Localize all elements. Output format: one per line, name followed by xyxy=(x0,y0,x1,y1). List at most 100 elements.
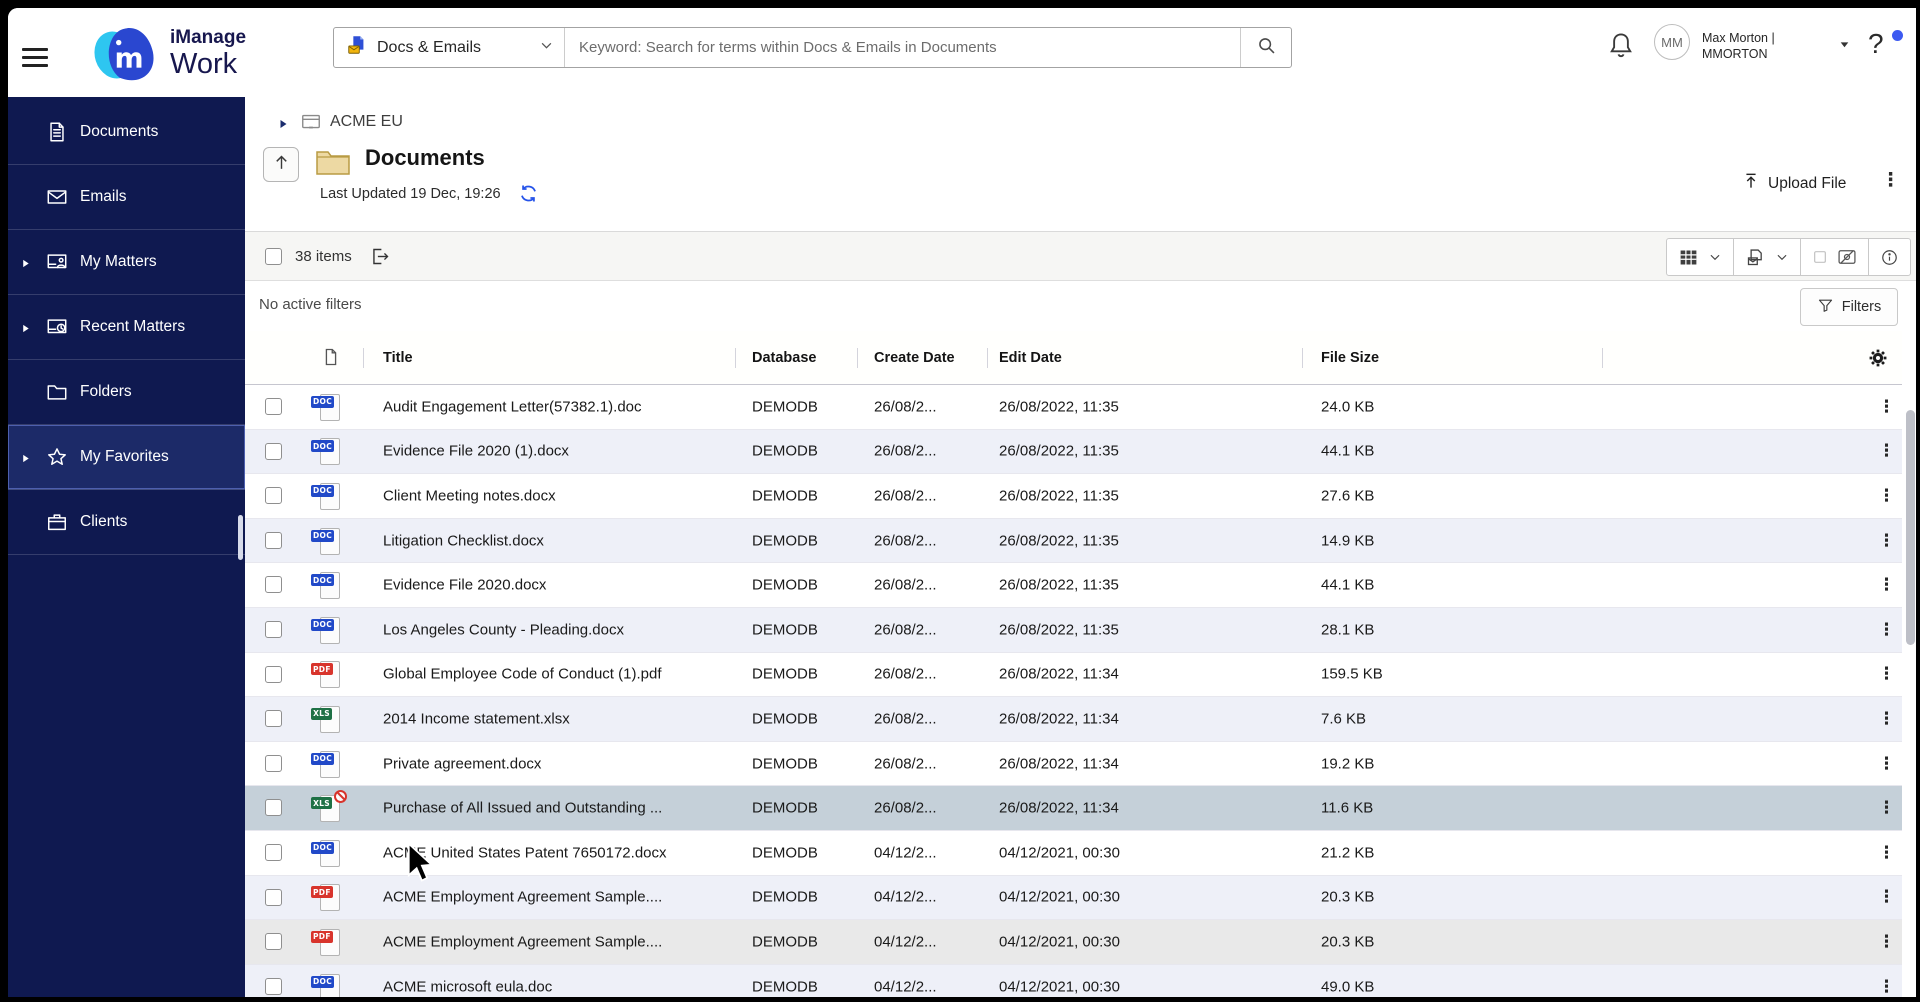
expand-caret-icon[interactable] xyxy=(20,256,31,268)
row-title[interactable]: Los Angeles County - Pleading.docx xyxy=(383,621,743,638)
breadcrumb[interactable]: ACME EU xyxy=(330,113,403,131)
expand-caret-icon[interactable] xyxy=(20,321,31,333)
row-title[interactable]: Global Employee Code of Conduct (1).pdf xyxy=(383,666,743,683)
page-actions-kebab[interactable]: ⋮ xyxy=(1881,169,1900,192)
row-checkbox[interactable] xyxy=(265,888,282,906)
row-actions-kebab[interactable]: ⋮ xyxy=(1878,575,1895,595)
sidebar-item-my-favorites[interactable]: My Favorites xyxy=(8,425,245,490)
row-title[interactable]: Litigation Checklist.docx xyxy=(383,532,743,549)
items-count: 38 items xyxy=(295,248,352,265)
row-checkbox[interactable] xyxy=(265,531,282,549)
refresh-icon[interactable] xyxy=(518,183,539,204)
table-row[interactable]: DOC Evidence File 2020.docx DEMODB 26/08… xyxy=(245,563,1902,608)
table-row[interactable]: XLS 2014 Income statement.xlsx DEMODB 26… xyxy=(245,697,1902,742)
table-row[interactable]: XLS Purchase of All Issued and Outstandi… xyxy=(245,786,1902,831)
help-button[interactable]: ? xyxy=(1868,28,1884,60)
table-scrollbar[interactable] xyxy=(1906,410,1915,645)
column-header-title[interactable]: Title xyxy=(383,350,413,366)
user-avatar[interactable]: MM xyxy=(1654,24,1690,60)
table-row[interactable]: DOC Client Meeting notes.docx DEMODB 26/… xyxy=(245,474,1902,519)
table-row[interactable]: PDF Global Employee Code of Conduct (1).… xyxy=(245,652,1902,698)
column-settings-gear-icon[interactable] xyxy=(1867,347,1889,369)
row-create-date: 04/12/2... xyxy=(874,888,937,906)
row-checkbox[interactable] xyxy=(265,442,282,460)
row-checkbox[interactable] xyxy=(265,754,282,772)
table-row[interactable]: DOC ACME United States Patent 7650172.do… xyxy=(245,830,1902,876)
user-menu-caret-icon[interactable] xyxy=(1838,38,1851,51)
row-title[interactable]: Private agreement.docx xyxy=(383,755,743,772)
filters-button[interactable]: Filters xyxy=(1800,288,1898,326)
breadcrumb-caret-icon[interactable] xyxy=(277,117,289,129)
sidebar-item-clients[interactable]: Clients xyxy=(8,490,245,555)
row-actions-kebab[interactable]: ⋮ xyxy=(1878,486,1895,506)
column-header-database[interactable]: Database xyxy=(752,350,816,366)
row-title[interactable]: Purchase of All Issued and Outstanding .… xyxy=(383,800,743,817)
column-header-file-size[interactable]: File Size xyxy=(1321,350,1379,366)
sidebar-item-documents[interactable]: Documents xyxy=(8,100,245,165)
row-actions-kebab[interactable]: ⋮ xyxy=(1878,754,1895,774)
row-actions-kebab[interactable]: ⋮ xyxy=(1878,798,1895,818)
chevron-down-icon xyxy=(539,38,554,58)
table-row[interactable]: DOC Audit Engagement Letter(57382.1).doc… xyxy=(245,385,1902,430)
row-checkbox[interactable] xyxy=(265,710,282,728)
row-title[interactable]: ACME Employment Agreement Sample.... xyxy=(383,889,743,906)
table-row[interactable]: DOC Private agreement.docx DEMODB 26/08/… xyxy=(245,741,1902,787)
search-button[interactable] xyxy=(1240,28,1291,67)
row-actions-kebab[interactable]: ⋮ xyxy=(1878,531,1895,551)
row-title[interactable]: ACME Employment Agreement Sample.... xyxy=(383,933,743,950)
column-header-edit-date[interactable]: Edit Date xyxy=(999,350,1062,366)
row-title[interactable]: Audit Engagement Letter(57382.1).doc xyxy=(383,398,743,415)
table-row[interactable]: DOC Los Angeles County - Pleading.docx D… xyxy=(245,607,1902,653)
row-checkbox[interactable] xyxy=(265,620,282,638)
row-actions-kebab[interactable]: ⋮ xyxy=(1878,620,1895,640)
hamburger-menu-icon[interactable] xyxy=(22,48,48,67)
doc-type-column-icon xyxy=(321,347,341,367)
row-database: DEMODB xyxy=(752,487,818,505)
doc-email-view-button[interactable] xyxy=(1734,239,1801,275)
row-actions-kebab[interactable]: ⋮ xyxy=(1878,397,1895,417)
row-title[interactable]: ACME United States Patent 7650172.docx xyxy=(383,844,743,861)
row-checkbox[interactable] xyxy=(265,576,282,594)
sidebar-item-recent-matters[interactable]: Recent Matters xyxy=(8,295,245,360)
select-all-checkbox[interactable] xyxy=(265,248,282,265)
row-actions-kebab[interactable]: ⋮ xyxy=(1878,887,1895,907)
row-checkbox[interactable] xyxy=(265,977,282,995)
preview-toggle-group[interactable] xyxy=(1801,239,1869,275)
row-title[interactable]: Evidence File 2020.docx xyxy=(383,577,743,594)
row-actions-kebab[interactable]: ⋮ xyxy=(1878,932,1895,952)
info-button[interactable] xyxy=(1869,239,1910,275)
sidebar-item-folders[interactable]: Folders xyxy=(8,360,245,425)
sidebar-item-my-matters[interactable]: My Matters xyxy=(8,230,245,295)
row-actions-kebab[interactable]: ⋮ xyxy=(1878,843,1895,863)
upload-file-button[interactable]: Upload File xyxy=(1741,171,1846,196)
row-title[interactable]: 2014 Income statement.xlsx xyxy=(383,710,743,727)
row-actions-kebab[interactable]: ⋮ xyxy=(1878,441,1895,461)
row-actions-kebab[interactable]: ⋮ xyxy=(1878,709,1895,729)
row-checkbox[interactable] xyxy=(265,665,282,683)
table-row[interactable]: DOC Evidence File 2020 (1).docx DEMODB 2… xyxy=(245,429,1902,475)
row-title[interactable]: Client Meeting notes.docx xyxy=(383,487,743,504)
row-title[interactable]: Evidence File 2020 (1).docx xyxy=(383,443,743,460)
export-icon[interactable] xyxy=(370,246,391,267)
notifications-bell-icon[interactable] xyxy=(1606,30,1636,60)
row-checkbox[interactable] xyxy=(265,487,282,505)
table-row[interactable]: DOC ACME microsoft eula.doc DEMODB 04/12… xyxy=(245,964,1902,997)
table-row[interactable]: DOC Litigation Checklist.docx DEMODB 26/… xyxy=(245,518,1902,564)
table-view-button[interactable] xyxy=(1667,239,1734,275)
row-checkbox[interactable] xyxy=(265,799,282,817)
row-checkbox[interactable] xyxy=(265,843,282,861)
row-title[interactable]: ACME microsoft eula.doc xyxy=(383,978,743,995)
search-input[interactable]: Keyword: Search for terms within Docs & … xyxy=(565,28,1240,67)
sidebar-item-emails[interactable]: Emails xyxy=(8,165,245,230)
table-row[interactable]: PDF ACME Employment Agreement Sample....… xyxy=(245,875,1902,921)
table-row[interactable]: PDF ACME Employment Agreement Sample....… xyxy=(245,920,1902,965)
search-scope-dropdown[interactable]: Docs & Emails xyxy=(334,28,565,67)
row-checkbox[interactable] xyxy=(265,933,282,951)
row-actions-kebab[interactable]: ⋮ xyxy=(1878,664,1895,684)
sidebar-scrollbar[interactable] xyxy=(238,515,243,560)
row-checkbox[interactable] xyxy=(265,398,282,415)
row-actions-kebab[interactable]: ⋮ xyxy=(1878,977,1895,997)
expand-caret-icon[interactable] xyxy=(20,451,31,463)
navigate-up-button[interactable] xyxy=(263,147,299,182)
column-header-create-date[interactable]: Create Date xyxy=(874,350,955,366)
